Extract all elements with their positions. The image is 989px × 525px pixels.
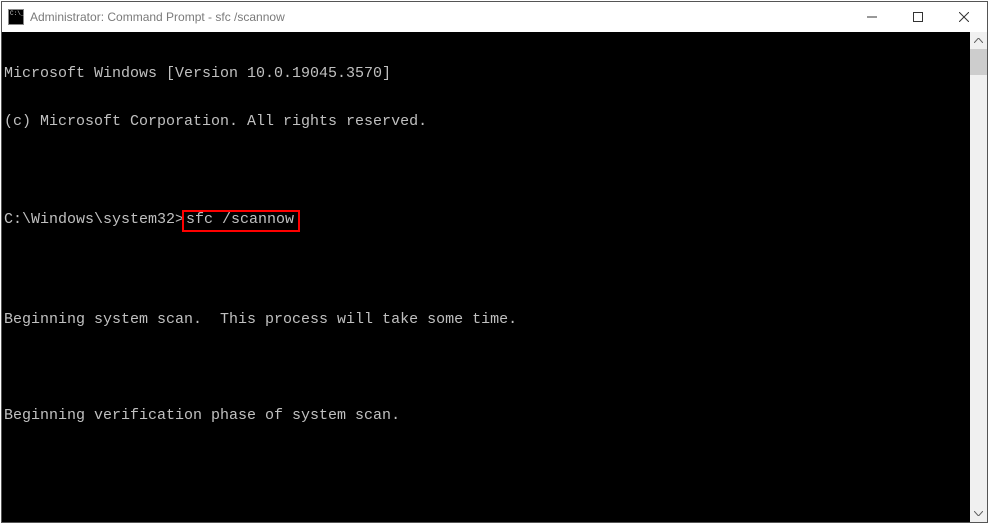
window-controls: [849, 2, 987, 32]
window-title: Administrator: Command Prompt - sfc /sca…: [30, 10, 849, 24]
close-button[interactable]: [941, 2, 987, 32]
output-line: [4, 162, 970, 178]
prompt-path: C:\Windows\system32>: [4, 211, 184, 228]
scroll-thumb[interactable]: [970, 49, 987, 75]
output-line: [4, 264, 970, 280]
vertical-scrollbar[interactable]: [970, 32, 987, 522]
terminal-area: Microsoft Windows [Version 10.0.19045.35…: [2, 32, 987, 522]
maximize-button[interactable]: [895, 2, 941, 32]
minimize-button[interactable]: [849, 2, 895, 32]
output-line: (c) Microsoft Corporation. All rights re…: [4, 114, 970, 130]
scroll-up-button[interactable]: [970, 32, 987, 49]
prompt-line: C:\Windows\system32>sfc /scannow: [4, 210, 970, 232]
titlebar[interactable]: Administrator: Command Prompt - sfc /sca…: [2, 2, 987, 32]
scroll-track[interactable]: [970, 49, 987, 505]
output-line: Beginning system scan. This process will…: [4, 312, 970, 328]
output-line: Beginning verification phase of system s…: [4, 408, 970, 424]
output-line: [4, 360, 970, 376]
command-prompt-window: Administrator: Command Prompt - sfc /sca…: [1, 1, 988, 523]
scroll-down-button[interactable]: [970, 505, 987, 522]
output-line: Microsoft Windows [Version 10.0.19045.35…: [4, 66, 970, 82]
terminal-output[interactable]: Microsoft Windows [Version 10.0.19045.35…: [2, 32, 970, 522]
highlighted-command: sfc /scannow: [182, 210, 300, 232]
cmd-icon: [8, 9, 24, 25]
